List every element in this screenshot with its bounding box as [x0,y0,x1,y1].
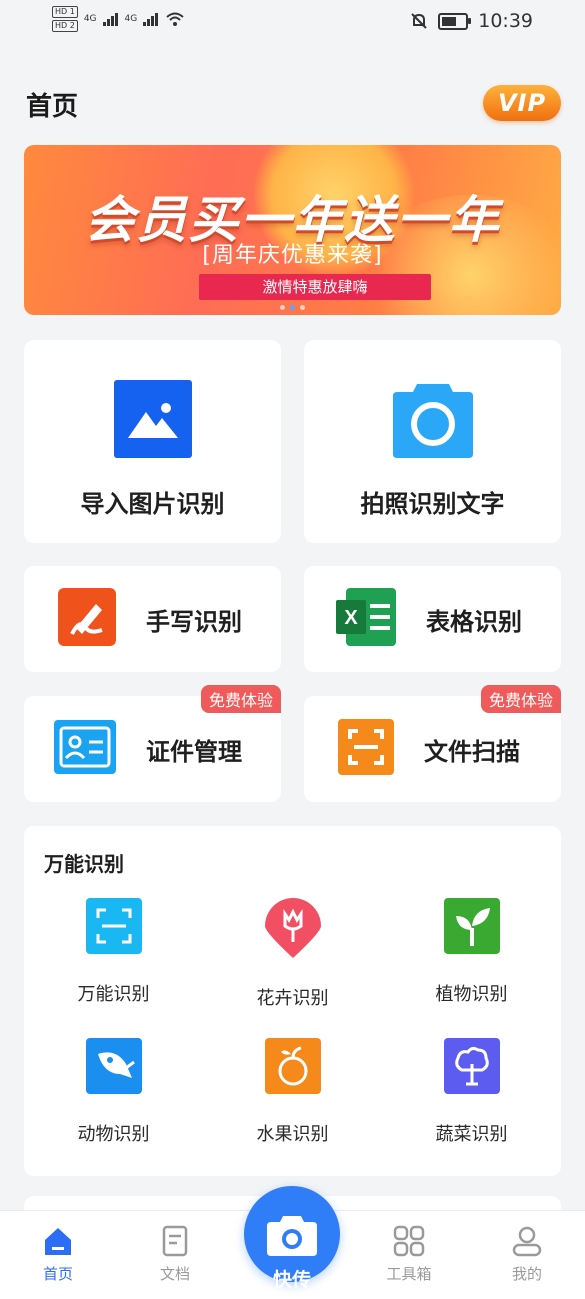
id-manage-card[interactable]: 证件管理 免费体验 [24,685,281,802]
grid-item-label: 蔬菜识别 [435,1124,508,1145]
grid-item-universal[interactable]: 万能识别 [24,898,203,1010]
table-card[interactable]: X 表格识别 [304,566,561,672]
grid-item-label: 水果识别 [256,1124,329,1145]
pagination-dot[interactable] [300,305,305,310]
table-label: 表格识别 [426,607,522,636]
free-trial-badge: 免费体验 [200,685,281,713]
banner-ribbon: 激情特惠放肆嗨 [199,274,431,300]
handwriting-label: 手写识别 [146,607,242,636]
id-manage-label: 证件管理 [146,737,242,766]
clock: 10:39 [478,10,533,32]
svg-text:X: X [344,607,358,629]
banner-pagination [24,305,561,310]
grid-icon [393,1225,425,1257]
file-scan-label: 文件扫描 [424,737,520,766]
camera-icon [392,380,473,462]
mute-bell-icon [411,13,427,29]
apple-icon [264,1038,321,1098]
import-image-label: 导入图片识别 [80,490,225,518]
grid-item-label: 花卉识别 [256,988,329,1009]
grid-item-label: 万能识别 [77,984,150,1005]
handwriting-card[interactable]: 手写识别 [24,566,281,672]
network-indicators: HD 1 HD 2 4G 4G [52,6,185,32]
grid-item-animal[interactable]: 动物识别 [24,1038,203,1146]
tab-me[interactable]: 我的 [487,1225,567,1284]
grid-item-flower[interactable]: 花卉识别 [203,898,382,1010]
system-indicators: 10:39 [410,10,533,32]
grid-item-vegetable[interactable]: 蔬菜识别 [382,1038,561,1146]
fish-icon [85,1038,142,1098]
status-bar: HD 1 HD 2 4G 4G 10:39 [0,0,585,44]
pen-icon [58,588,116,650]
home-icon [45,1228,71,1255]
plant-icon [443,898,500,958]
promo-banner[interactable]: 会员买一年送一年 [周年庆优惠来袭] 激情特惠放肆嗨 [24,145,561,315]
tab-home[interactable]: 首页 [18,1225,98,1284]
tab-tools-label: 工具箱 [386,1265,432,1283]
id-card-icon [54,720,116,778]
tab-me-label: 我的 [511,1265,542,1283]
grid-item-fruit[interactable]: 水果识别 [203,1038,382,1146]
battery-icon [438,12,472,30]
recognition-grid: 万能识别 花卉识别 植物识别 动物识别 水果识别 蔬菜识别 [24,898,561,1146]
scan-icon [338,719,394,779]
capture-fab-label: 快传 [272,1269,311,1291]
vip-button[interactable]: VIP [483,85,561,121]
hd2-badge: HD 2 [52,20,78,32]
tab-docs-label: 文档 [159,1265,190,1283]
user-icon [512,1226,542,1257]
flower-icon [264,898,321,962]
vegetable-icon [443,1038,500,1098]
excel-icon: X [336,588,396,650]
page-title: 首页 [26,92,79,122]
pagination-dot[interactable] [280,305,285,310]
wifi-icon [166,12,184,26]
document-icon [162,1225,188,1257]
import-image-card[interactable]: 导入图片识别 [24,340,281,543]
tab-home-label: 首页 [42,1265,73,1283]
photo-text-label: 拍照识别文字 [360,490,505,518]
grid-item-label: 动物识别 [77,1124,150,1145]
signal-icon [143,13,159,26]
signal-icon [102,13,118,26]
banner-subtitle: [周年庆优惠来袭] [202,243,383,268]
tab-docs[interactable]: 文档 [135,1225,215,1284]
network-type-2: 4G [124,14,138,24]
network-type-1: 4G [83,14,97,24]
section-title: 万能识别 [44,852,124,876]
universal-recognition-section: 万能识别 万能识别 花卉识别 植物识别 动物识别 水果识别 蔬菜识别 [24,826,561,1176]
free-trial-badge: 免费体验 [480,685,561,713]
tab-tools[interactable]: 工具箱 [369,1225,449,1284]
scan-frame-icon [85,898,142,958]
grid-item-label: 植物识别 [435,984,508,1005]
file-scan-card[interactable]: 文件扫描 免费体验 [304,685,561,802]
image-icon [113,380,192,462]
grid-item-plant[interactable]: 植物识别 [382,898,561,1010]
photo-text-card[interactable]: 拍照识别文字 [304,340,561,543]
hd1-badge: HD 1 [52,6,78,18]
camera-icon [267,1216,317,1256]
pagination-dot-active[interactable] [290,305,295,310]
